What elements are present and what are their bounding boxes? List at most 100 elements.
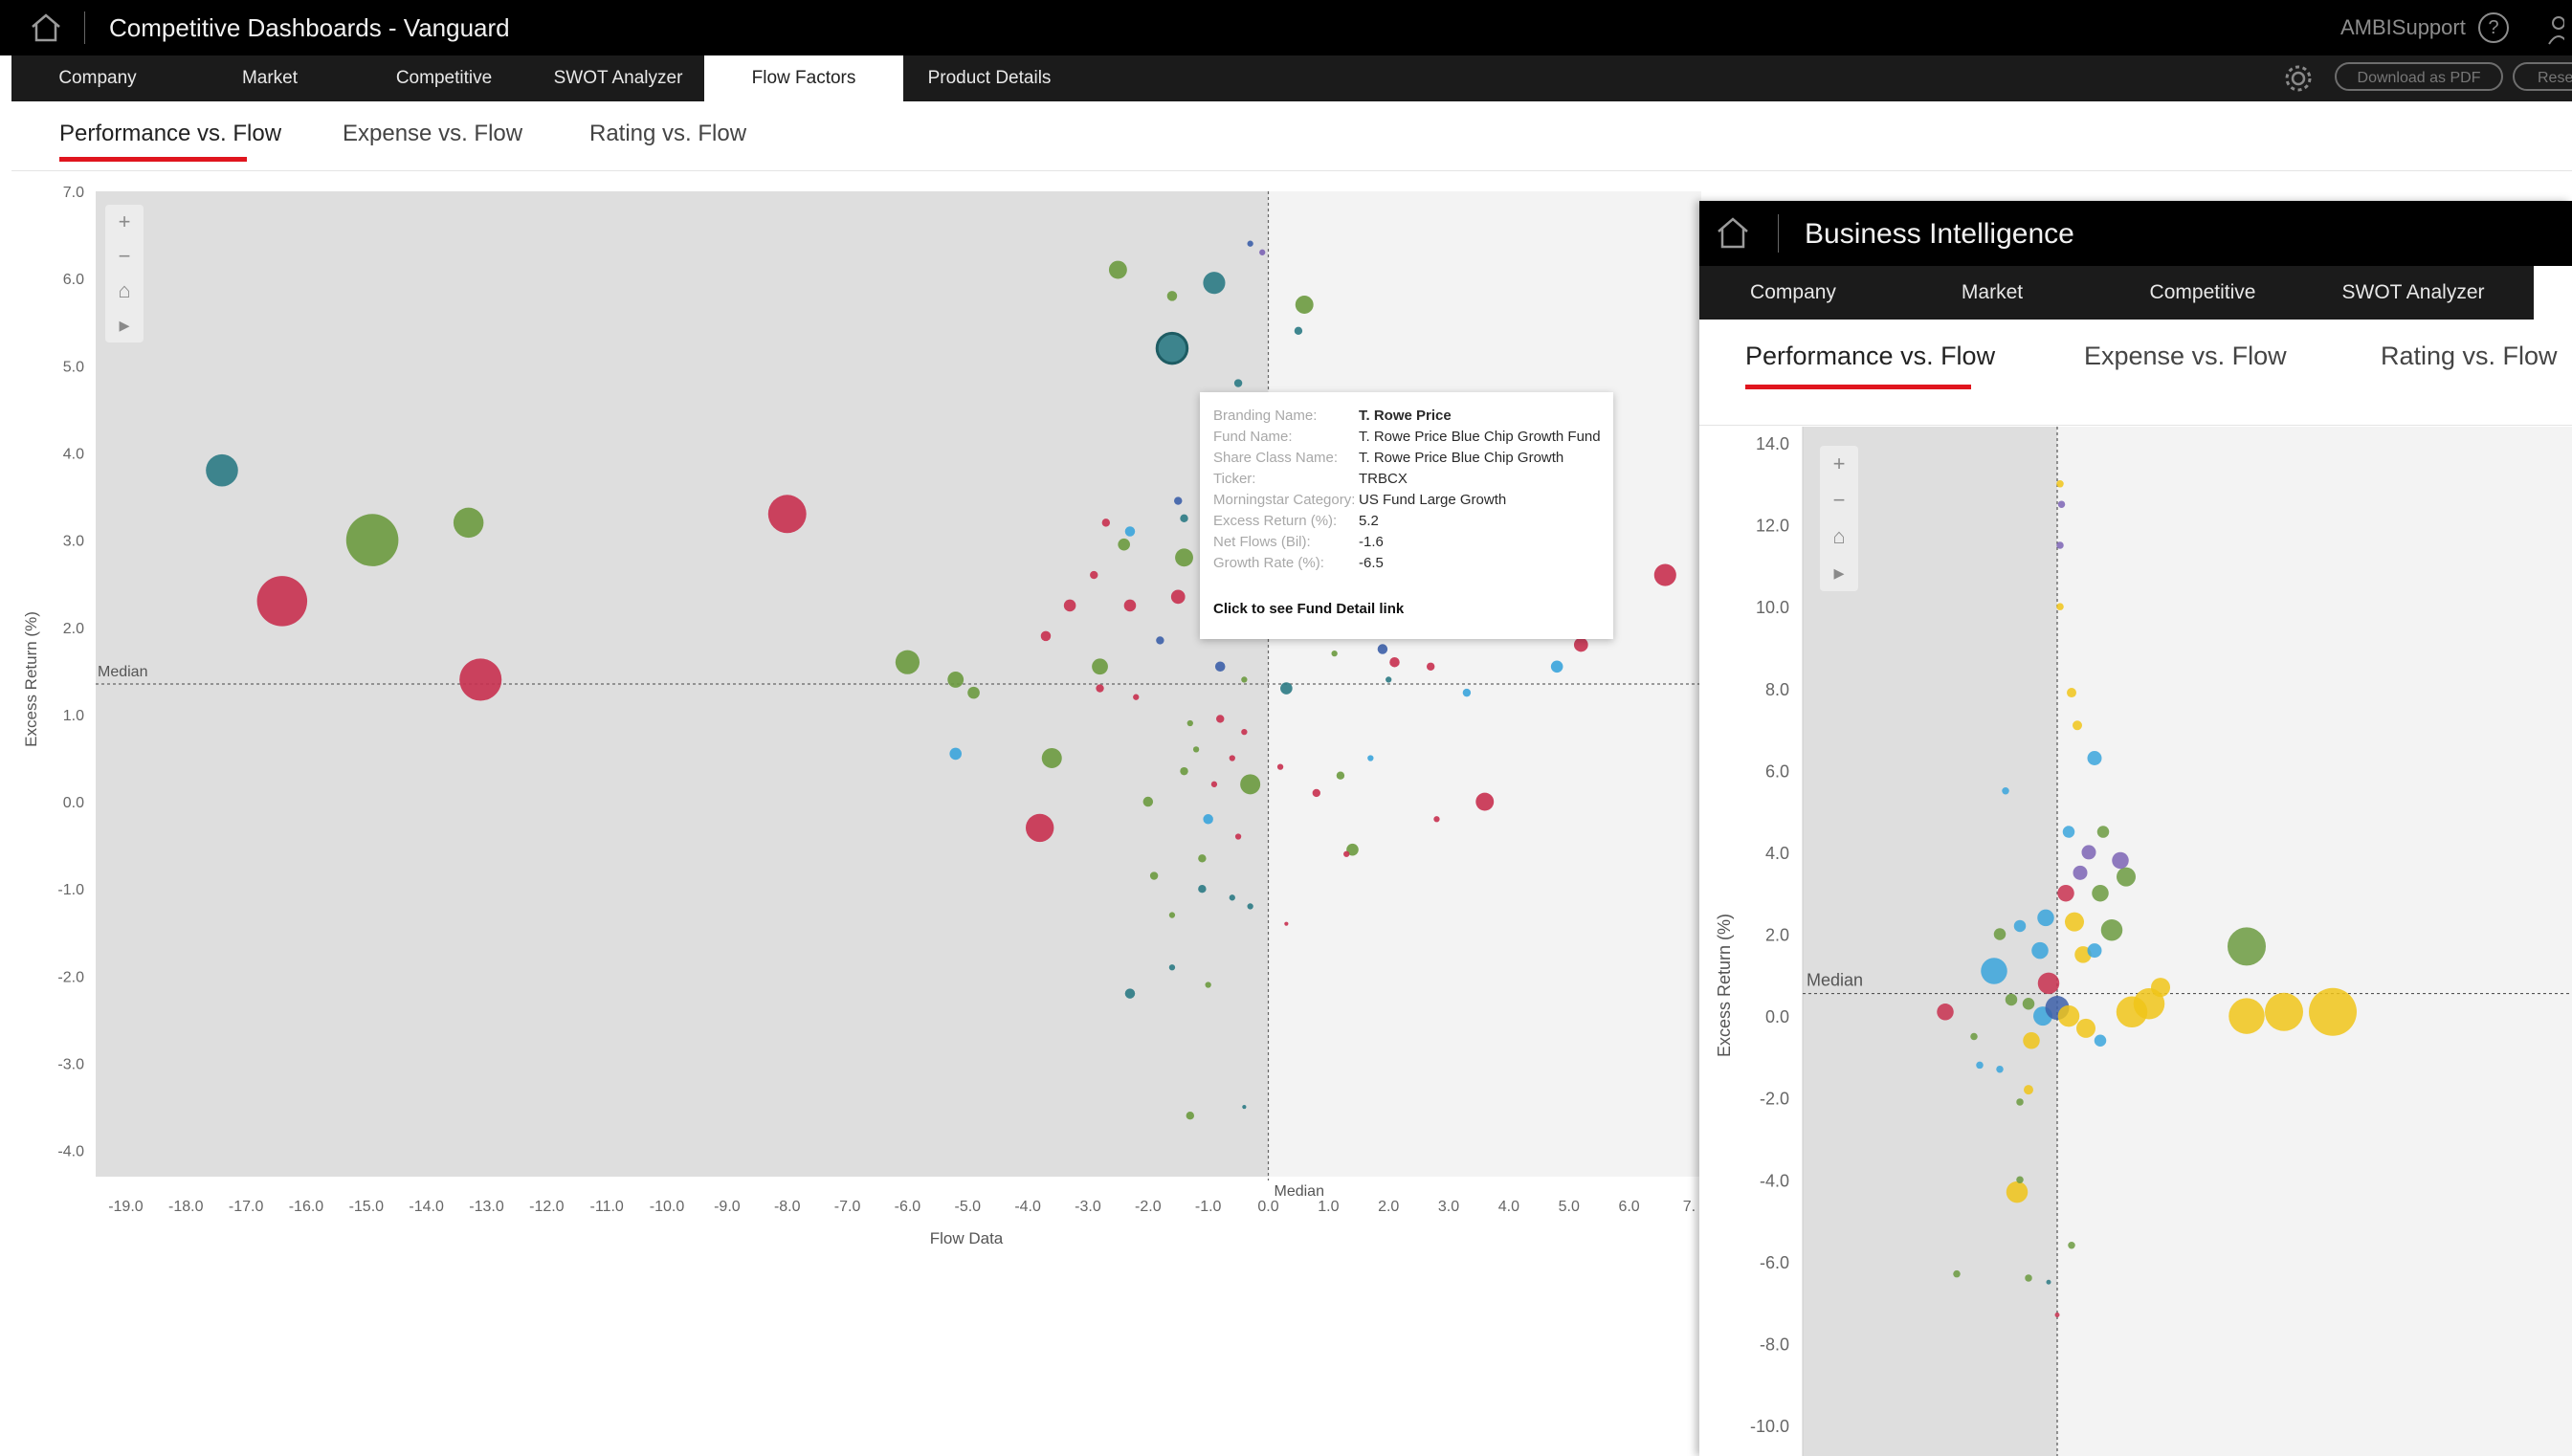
x-tick-label: -17.0 (229, 1199, 264, 1215)
y-tick-label: 4.0 (63, 446, 84, 462)
y-tick-label: -2.0 (57, 969, 84, 985)
bi-subtab-rating-vs-flow[interactable]: Rating vs. Flow (2381, 341, 2558, 371)
tab-company[interactable]: Company (11, 55, 184, 101)
home-icon[interactable] (29, 11, 63, 44)
data-point (1284, 921, 1289, 926)
data-point (2228, 998, 2265, 1034)
fund-detail-link[interactable]: Click to see Fund Detail link (1213, 601, 1404, 617)
data-point (1040, 630, 1052, 642)
y-tick-label: 14.0 (1756, 434, 1789, 453)
median-label: Median (1807, 971, 1863, 990)
data-point (459, 658, 502, 701)
data-point (967, 686, 980, 699)
y-tick-label: 1.0 (63, 708, 84, 724)
y-tick-label: -3.0 (57, 1057, 84, 1073)
tab-competitive[interactable]: Competitive (356, 55, 532, 101)
y-tick-label: 2.0 (1765, 926, 1789, 945)
data-point (1041, 747, 1062, 768)
gear-icon[interactable] (2283, 63, 2314, 94)
data-point (2087, 750, 2102, 765)
data-point (1186, 719, 1193, 727)
data-point (1331, 650, 1338, 657)
bi-play-icon[interactable]: ▸ (1820, 555, 1858, 591)
bi-home-icon[interactable]: ⌂ (1820, 518, 1858, 555)
bi-tab-active[interactable] (2534, 266, 2572, 320)
tab-market[interactable]: Market (184, 55, 356, 101)
y-tick-label: 6.0 (63, 272, 84, 288)
bi-subtab-expense-vs-flow[interactable]: Expense vs. Flow (2084, 341, 2287, 371)
active-tab-underline (59, 157, 247, 162)
tab-swot-analyzer[interactable]: SWOT Analyzer (532, 55, 704, 101)
data-point (2309, 987, 2357, 1036)
data-point (2056, 603, 2064, 610)
data-point (1149, 871, 1159, 880)
home-icon[interactable]: ⌂ (105, 274, 144, 308)
user-icon[interactable] (2545, 11, 2564, 46)
subtab-rating-vs-flow[interactable]: Rating vs. Flow (589, 119, 746, 149)
data-point (1170, 589, 1186, 605)
data-point (1203, 272, 1226, 295)
data-point (1210, 781, 1218, 787)
tab-flow-factors[interactable]: Flow Factors (704, 55, 903, 101)
tab-product-details[interactable]: Product Details (903, 55, 1075, 101)
data-point (1168, 964, 1176, 971)
user-name[interactable]: AMBISupport (2340, 13, 2466, 42)
home-icon[interactable] (1715, 214, 1751, 251)
data-point (1242, 1104, 1247, 1110)
bi-tab-competitive[interactable]: Competitive (2097, 266, 2308, 320)
x-tick-label: -14.0 (409, 1199, 444, 1215)
data-point (1142, 796, 1154, 807)
data-point (1214, 661, 1226, 673)
data-point (1970, 1032, 1978, 1041)
data-point (2062, 826, 2075, 838)
x-tick-label: -16.0 (289, 1199, 324, 1215)
data-point (1216, 715, 1225, 723)
bi-title-bar: Business Intelligence (1699, 201, 2572, 266)
zoom-in-button[interactable]: + (105, 205, 144, 239)
data-point (2024, 1085, 2033, 1095)
y-tick-label: 8.0 (1765, 680, 1789, 699)
bi-tab-company[interactable]: Company (1699, 266, 1887, 320)
play-icon[interactable]: ▸ (105, 308, 144, 342)
y-tick-label: 0.0 (1765, 1007, 1789, 1026)
bi-tab-market[interactable]: Market (1887, 266, 2097, 320)
subtab-expense-vs-flow[interactable]: Expense vs. Flow (343, 119, 522, 149)
data-point (2057, 1004, 2080, 1027)
y-tick-label: -8.0 (1760, 1335, 1789, 1354)
performance-vs-flow-chart[interactable]: Median Median 7.0 6.0 5.0 4.0 3.0 2.0 1.0 0.0 -1.0… (0, 172, 1703, 1244)
data-point (2013, 919, 2027, 933)
data-point (1229, 894, 1235, 901)
tooltip-row: Morningstar Category: US Fund Large Growt… (1213, 492, 1507, 508)
bi-zoom-in-button[interactable]: + (1820, 446, 1858, 482)
data-point (2073, 865, 2088, 880)
x-tick-label: 6.0 (1618, 1199, 1639, 1215)
reset-button[interactable]: Reset (2513, 62, 2572, 91)
data-point (1426, 662, 1435, 671)
data-point (895, 650, 920, 674)
subtab-performance-vs-flow[interactable]: Performance vs. Flow (59, 119, 281, 149)
bi-zoom-out-button[interactable]: − (1820, 482, 1858, 518)
data-point (1180, 514, 1188, 523)
data-point (1133, 694, 1140, 700)
data-point (2065, 912, 2084, 932)
data-point (1108, 260, 1127, 279)
data-point (2016, 1098, 2024, 1106)
data-point (2022, 997, 2035, 1010)
help-icon[interactable]: ? (2478, 12, 2509, 43)
divider (1778, 214, 1779, 253)
y-tick-label: 7.0 (63, 185, 84, 201)
bi-tab-swot-analyzer[interactable]: SWOT Analyzer (2308, 266, 2518, 320)
zoom-out-button[interactable]: − (105, 239, 144, 274)
download-pdf-button[interactable]: Download as PDF (2335, 62, 2503, 91)
data-point (1241, 728, 1248, 736)
data-point (2056, 480, 2064, 488)
bi-title: Business Intelligence (1805, 218, 2074, 250)
data-point (1155, 331, 1189, 365)
x-tick-label: -2.0 (1135, 1199, 1162, 1215)
data-point (256, 576, 308, 627)
bi-subtab-performance-vs-flow[interactable]: Performance vs. Flow (1745, 341, 1995, 371)
data-point (2081, 845, 2096, 860)
data-point (1198, 854, 1207, 863)
data-point (2092, 884, 2109, 902)
data-point (2096, 826, 2110, 838)
